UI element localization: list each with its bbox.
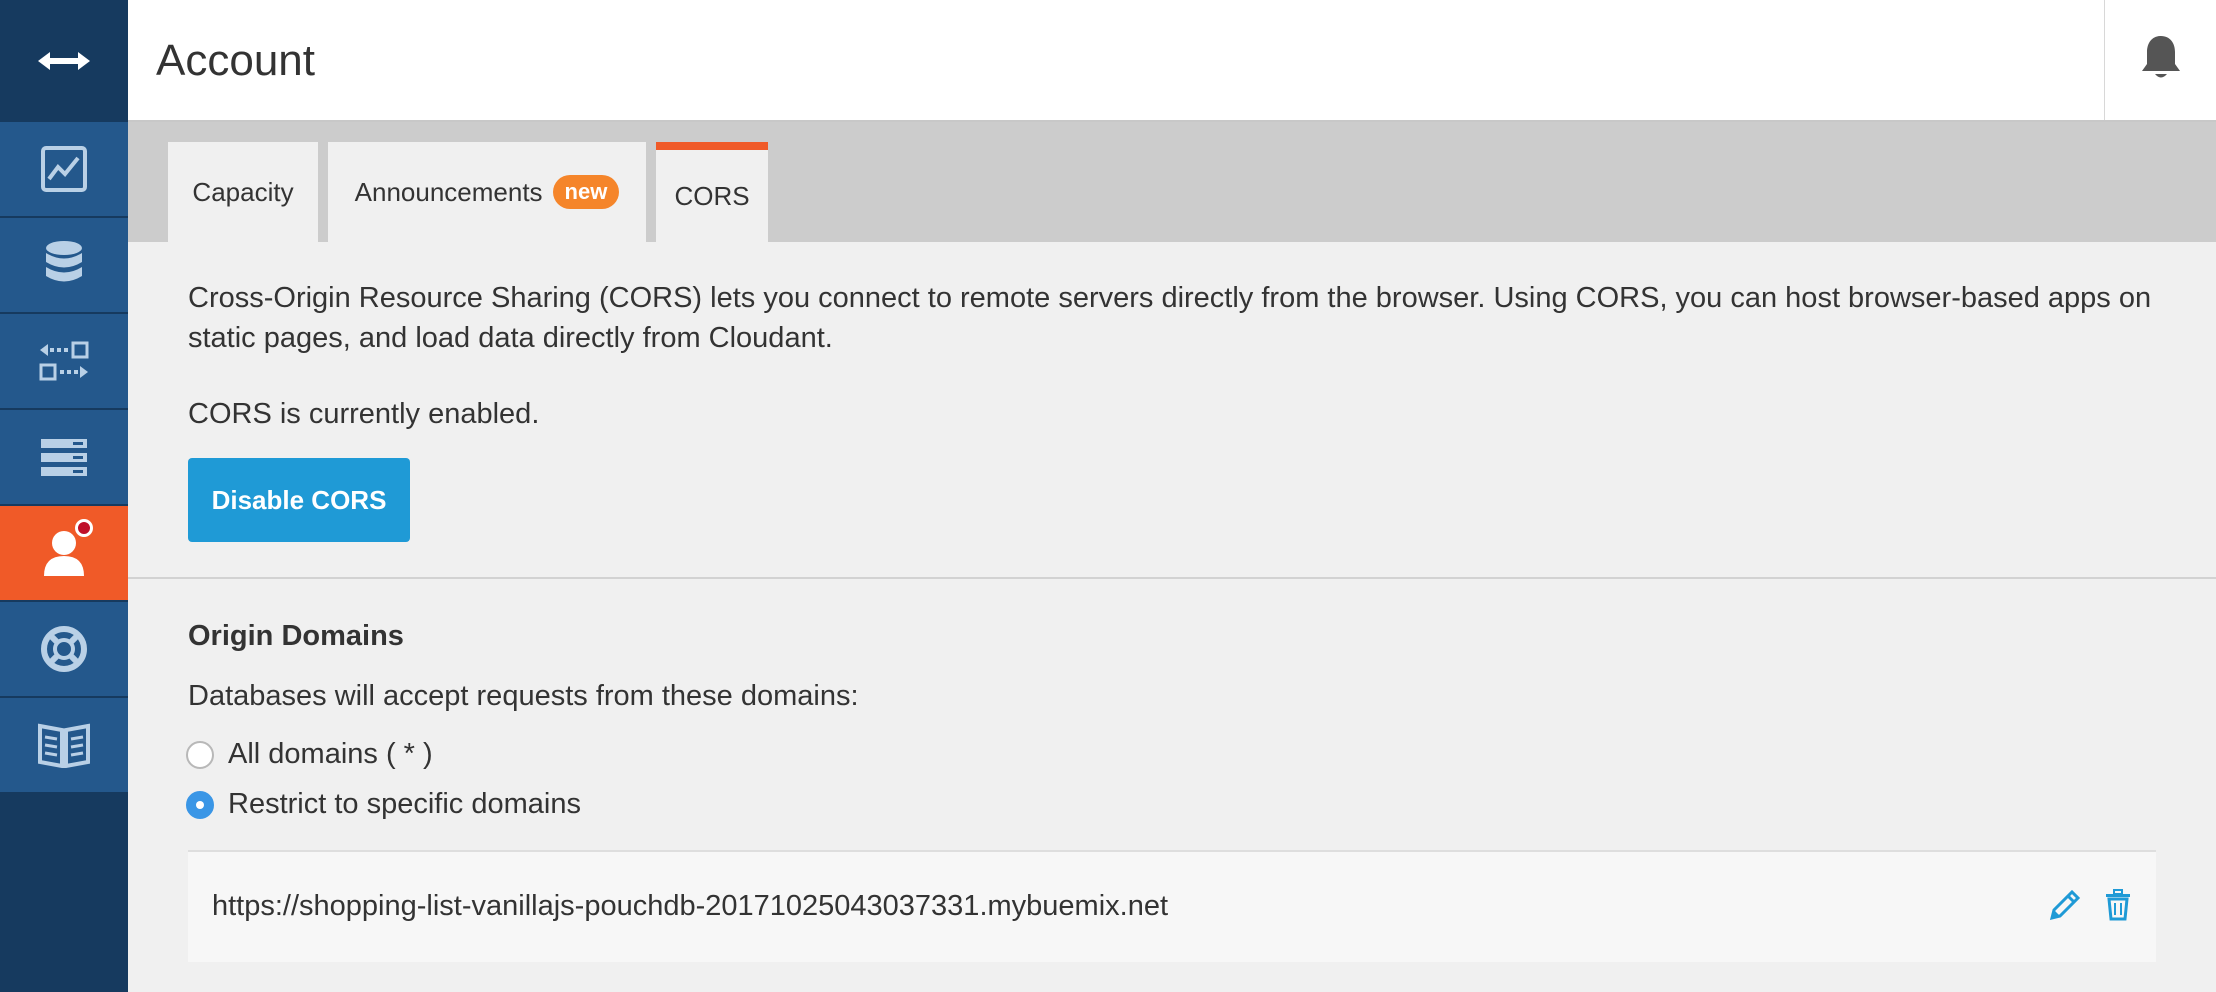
tab-cors[interactable]: CORS: [656, 142, 768, 242]
tab-label: CORS: [674, 180, 750, 211]
sidebar: [0, 0, 128, 992]
edit-pencil-icon[interactable]: [2048, 888, 2082, 927]
sidebar-toggle[interactable]: [0, 0, 128, 121]
support-lifebuoy-icon: [40, 625, 88, 673]
database-icon: [44, 240, 84, 290]
radio-label: All domains ( * ): [228, 738, 433, 770]
radio-button[interactable]: [186, 740, 214, 769]
origin-domains-description: Databases will accept requests from thes…: [188, 680, 859, 712]
bell-icon: [2139, 34, 2183, 87]
notifications-button[interactable]: [2104, 0, 2216, 120]
origin-domains-heading: Origin Domains: [188, 620, 404, 652]
header: Account: [128, 0, 2216, 122]
domain-url: https://shopping-list-vanillajs-pouchdb-…: [212, 890, 1169, 922]
sidebar-item-account[interactable]: [0, 506, 128, 600]
delete-trash-icon[interactable]: [2104, 889, 2132, 926]
radio-all-domains[interactable]: All domains ( * ): [186, 738, 433, 771]
tab-announcements[interactable]: Announcements new: [328, 142, 646, 242]
cors-description: Cross-Origin Resource Sharing (CORS) let…: [188, 282, 2152, 354]
disable-cors-button[interactable]: Disable CORS: [188, 458, 410, 542]
radio-label: Restrict to specific domains: [228, 788, 581, 820]
sidebar-item-replication[interactable]: [0, 314, 128, 408]
new-badge: new: [552, 175, 620, 209]
active-tasks-icon: [39, 437, 89, 477]
domain-actions: [2048, 888, 2132, 927]
sidebar-item-documentation[interactable]: [0, 698, 128, 792]
tab-label: Announcements: [354, 176, 543, 207]
sidebar-item-active-tasks[interactable]: [0, 410, 128, 504]
tab-capacity[interactable]: Capacity: [168, 142, 318, 242]
monitoring-chart-icon: [40, 145, 88, 193]
radio-button-selected[interactable]: [186, 790, 214, 819]
tab-label: Capacity: [192, 176, 294, 207]
divider: [128, 577, 2216, 579]
domain-row: https://shopping-list-vanillajs-pouchdb-…: [188, 850, 2156, 962]
sidebar-item-support[interactable]: [0, 602, 128, 696]
cors-status: CORS is currently enabled.: [188, 398, 540, 430]
documentation-book-icon: [38, 722, 90, 768]
cors-panel: Cross-Origin Resource Sharing (CORS) let…: [128, 242, 2216, 992]
replication-icon: [38, 340, 90, 382]
sidebar-item-databases[interactable]: [0, 218, 128, 312]
sidebar-item-monitoring[interactable]: [0, 122, 128, 216]
tab-bar: Capacity Announcements new CORS: [128, 122, 2216, 242]
page-title: Account: [156, 36, 315, 85]
notification-dot: [75, 519, 93, 537]
radio-specific-domains[interactable]: Restrict to specific domains: [186, 788, 581, 821]
collapse-arrows-icon: [36, 49, 92, 73]
